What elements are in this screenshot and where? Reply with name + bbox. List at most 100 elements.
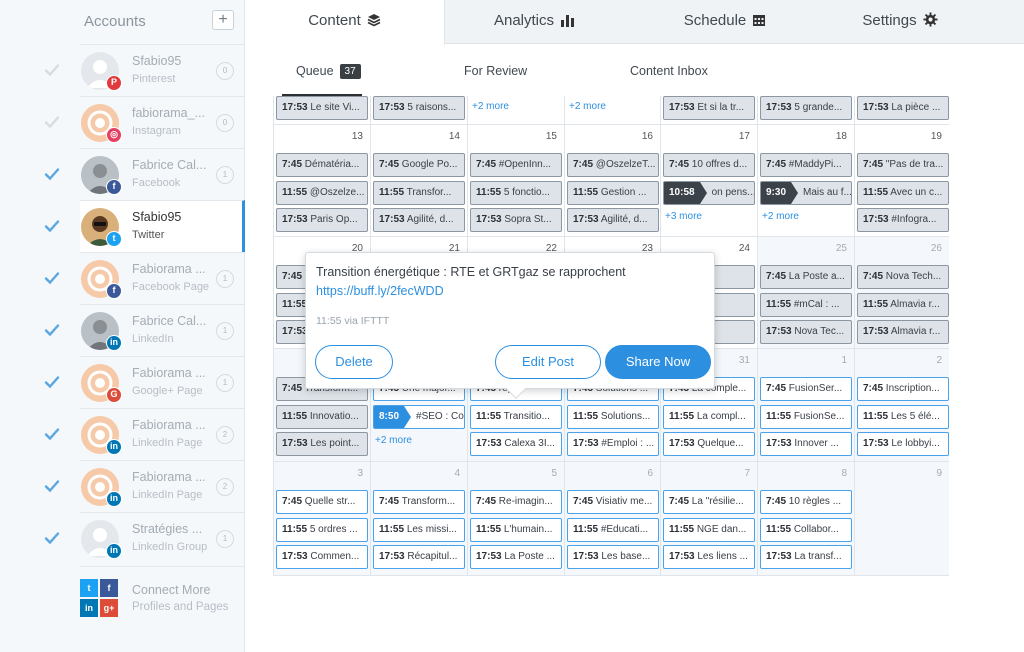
account-item[interactable]: ◎ fabiorama_... Instagram 0 bbox=[44, 96, 245, 148]
calendar-day-cell[interactable]: 17:53 5 raisons... bbox=[371, 96, 468, 125]
calendar-post[interactable]: 11:55 NGE dan... bbox=[663, 518, 755, 542]
calendar-post[interactable]: 11:55 Transfor... bbox=[373, 181, 465, 205]
calendar-post[interactable]: 10:58 on pens... bbox=[663, 181, 755, 205]
check-icon[interactable] bbox=[44, 478, 60, 494]
calendar-day-cell[interactable]: 17:53 5 grande... bbox=[758, 96, 855, 125]
check-icon[interactable] bbox=[44, 270, 60, 286]
tab-schedule[interactable]: Schedule bbox=[625, 0, 825, 44]
calendar-post[interactable]: 7:45 10 offres d... bbox=[663, 153, 755, 177]
calendar-post[interactable]: 11:55 Innovatio... bbox=[276, 405, 368, 429]
subtab-content-inbox[interactable]: Content Inbox bbox=[630, 64, 708, 78]
calendar-day-cell[interactable]: 17 7:45 10 offres d... 10:58 on pens... +3 m… bbox=[661, 125, 758, 237]
account-item[interactable]: f Fabrice Cal... Facebook 1 bbox=[44, 148, 245, 200]
calendar-post[interactable]: 17:53 5 grande... bbox=[760, 96, 852, 120]
calendar-post[interactable]: 17:53 Et si la tr... bbox=[663, 96, 755, 120]
calendar-day-cell[interactable]: 6 7:45 Visiativ me... 11:55 #Educati... 17:… bbox=[565, 462, 661, 575]
calendar-day-cell[interactable]: 8 7:45 10 règles ... 11:55 Collabor... 17:5… bbox=[758, 462, 855, 575]
calendar-post[interactable]: 17:53 La transf... bbox=[760, 545, 852, 569]
calendar-post[interactable]: 11:55 Les missi... bbox=[373, 518, 465, 542]
tab-settings[interactable]: Settings bbox=[825, 0, 975, 44]
calendar-post[interactable]: 7:45 Nova Tech... bbox=[857, 265, 949, 289]
check-icon[interactable] bbox=[44, 166, 60, 182]
calendar-post[interactable]: 7:45 @OszelzeT... bbox=[567, 153, 659, 177]
calendar-post[interactable]: 11:55 5 ordres ... bbox=[276, 518, 368, 542]
calendar-day-cell[interactable]: 13 7:45 Dématéria... 11:55 @Oszelze... 17:5… bbox=[274, 125, 371, 237]
calendar-post[interactable]: 7:45 Google Po... bbox=[373, 153, 465, 177]
calendar-post[interactable]: 11:55 Avec un c... bbox=[857, 181, 949, 205]
subtab-queue[interactable]: Queue 37 bbox=[296, 64, 361, 79]
calendar-post[interactable]: 17:53 Commen... bbox=[276, 545, 368, 569]
post-link[interactable]: https://buff.ly/2fecWDD bbox=[316, 284, 444, 298]
calendar-day-cell[interactable]: 7 7:45 La "résilie... 11:55 NGE dan... 17:5… bbox=[661, 462, 758, 575]
account-item[interactable]: in Fabrice Cal... LinkedIn 1 bbox=[44, 304, 245, 356]
calendar-day-cell[interactable]: 25 7:45 La Poste a... 11:55 #mCal : ... 17:… bbox=[758, 237, 855, 349]
calendar-post[interactable]: 9:30 Mais au f... bbox=[760, 181, 852, 205]
calendar-post[interactable]: 11:55 La compl... bbox=[663, 405, 755, 429]
calendar-post[interactable]: 17:53 Récapitul... bbox=[373, 545, 465, 569]
calendar-post[interactable]: 17:53 Quelque... bbox=[663, 432, 755, 456]
calendar-post[interactable]: 7:45 Visiativ me... bbox=[567, 490, 659, 514]
calendar-post[interactable]: 7:45 #OpenInn... bbox=[470, 153, 562, 177]
calendar-day-cell[interactable]: 26 7:45 Nova Tech... 11:55 Almavia r... 17:… bbox=[855, 237, 949, 349]
calendar-post[interactable]: 11:55 Les 5 élé... bbox=[857, 405, 949, 429]
calendar-post[interactable]: 7:45 Re-imagin... bbox=[470, 490, 562, 514]
calendar-post[interactable]: 17:53 La Poste ... bbox=[470, 545, 562, 569]
calendar-post[interactable]: 17:53 Nova Tec... bbox=[760, 320, 852, 344]
calendar-post[interactable]: 17:53 Le site Vi... bbox=[276, 96, 368, 120]
calendar-post[interactable]: 17:53 #Infogra... bbox=[857, 208, 949, 232]
calendar-day-cell[interactable]: 15 7:45 #OpenInn... 11:55 5 fonctio... 17:5… bbox=[468, 125, 565, 237]
more-posts-link[interactable]: +3 more bbox=[665, 211, 702, 222]
calendar-post[interactable]: 17:53 Innover ... bbox=[760, 432, 852, 456]
check-icon[interactable] bbox=[44, 322, 60, 338]
account-item[interactable]: in Fabiorama ... LinkedIn Page 2 bbox=[44, 460, 245, 512]
calendar-post[interactable]: 7:45 La Poste a... bbox=[760, 265, 852, 289]
account-item[interactable]: t Sfabio95 Twitter bbox=[44, 200, 245, 252]
calendar-day-cell[interactable]: 19 7:45 "Pas de tra... 11:55 Avec un c... 1… bbox=[855, 125, 949, 237]
connect-more-item[interactable]: t f in g+ Connect More Profiles and Page… bbox=[80, 566, 245, 626]
edit-post-button[interactable]: Edit Post bbox=[495, 345, 601, 379]
calendar-post[interactable]: 11:55 #mCal : ... bbox=[760, 293, 852, 317]
add-account-button[interactable]: + bbox=[212, 10, 234, 30]
calendar-post[interactable]: 11:55 @Oszelze... bbox=[276, 181, 368, 205]
calendar-post[interactable]: 11:55 Transitio... bbox=[470, 405, 562, 429]
calendar-day-cell[interactable]: 1 7:45 FusionSer... 11:55 FusionSe... 17:53… bbox=[758, 349, 855, 462]
subtab-for-review[interactable]: For Review bbox=[464, 64, 527, 78]
calendar-day-cell[interactable]: 2 7:45 Inscription... 11:55 Les 5 élé... 17… bbox=[855, 349, 949, 462]
calendar-post[interactable]: 17:53 Paris Op... bbox=[276, 208, 368, 232]
calendar-post[interactable]: 11:55 L'humain... bbox=[470, 518, 562, 542]
more-posts-link[interactable]: +2 more bbox=[472, 101, 509, 112]
calendar-post[interactable]: 17:53 Le lobbyi... bbox=[857, 432, 949, 456]
calendar-post[interactable]: 7:45 Transform... bbox=[373, 490, 465, 514]
calendar-post[interactable]: 17:53 Agilité, d... bbox=[373, 208, 465, 232]
calendar-day-cell[interactable]: 4 7:45 Transform... 11:55 Les missi... 17:5… bbox=[371, 462, 468, 575]
tab-analytics[interactable]: Analytics bbox=[445, 0, 625, 44]
check-icon[interactable] bbox=[44, 218, 60, 234]
calendar-post[interactable]: 17:53 #Emploi : ... bbox=[567, 432, 659, 456]
tab-content[interactable]: Content bbox=[245, 0, 445, 45]
calendar-post[interactable]: 17:53 Agilité, d... bbox=[567, 208, 659, 232]
account-item[interactable]: f Fabiorama ... Facebook Page 1 bbox=[44, 252, 245, 304]
calendar-day-cell[interactable]: 14 7:45 Google Po... 11:55 Transfor... 17:5… bbox=[371, 125, 468, 237]
delete-button[interactable]: Delete bbox=[315, 345, 393, 379]
calendar-day-cell[interactable]: 5 7:45 Re-imagin... 11:55 L'humain... 17:53… bbox=[468, 462, 565, 575]
calendar-post[interactable]: 7:45 Inscription... bbox=[857, 377, 949, 401]
calendar-post[interactable]: 11:55 Gestion ... bbox=[567, 181, 659, 205]
calendar-post[interactable]: 17:53 Les liens ... bbox=[663, 545, 755, 569]
calendar-post[interactable]: 11:55 5 fonctio... bbox=[470, 181, 562, 205]
calendar-post[interactable]: 11:55 Solutions... bbox=[567, 405, 659, 429]
calendar-day-cell[interactable]: +2 more bbox=[565, 96, 661, 125]
calendar-post[interactable]: 17:53 Calexa 3I... bbox=[470, 432, 562, 456]
calendar-post[interactable]: 7:45 "Pas de tra... bbox=[857, 153, 949, 177]
calendar-post[interactable]: 17:53 Les point... bbox=[276, 432, 368, 456]
calendar-day-cell[interactable]: 16 7:45 @OszelzeT... 11:55 Gestion ... 17:5… bbox=[565, 125, 661, 237]
calendar-post[interactable]: 7:45 FusionSer... bbox=[760, 377, 852, 401]
calendar-day-cell[interactable]: 9 bbox=[855, 462, 949, 575]
calendar-post[interactable]: 7:45 Dématéria... bbox=[276, 153, 368, 177]
more-posts-link[interactable]: +2 more bbox=[569, 101, 606, 112]
account-item[interactable]: P Sfabio95 Pinterest 0 bbox=[44, 44, 245, 96]
calendar-post[interactable]: 11:55 FusionSe... bbox=[760, 405, 852, 429]
account-item[interactable]: in Stratégies ... LinkedIn Group 1 bbox=[44, 512, 245, 564]
calendar-post[interactable]: 11:55 Collabor... bbox=[760, 518, 852, 542]
calendar-post[interactable]: 7:45 #MaddyPi... bbox=[760, 153, 852, 177]
calendar-post[interactable]: 17:53 Almavia r... bbox=[857, 320, 949, 344]
